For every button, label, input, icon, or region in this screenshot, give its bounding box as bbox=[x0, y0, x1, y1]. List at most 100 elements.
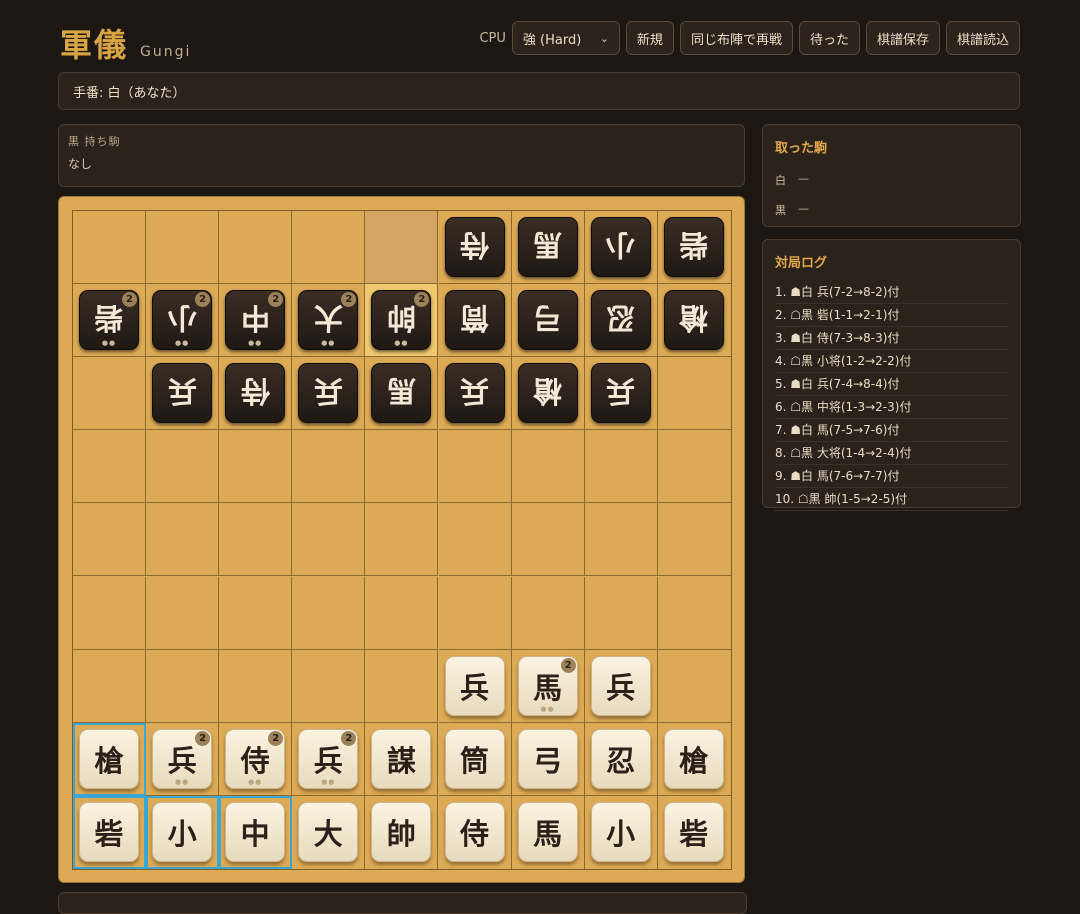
board-cell[interactable] bbox=[292, 503, 366, 577]
black-piece[interactable]: 小 2 ●● bbox=[152, 290, 213, 351]
board-cell[interactable] bbox=[292, 211, 366, 285]
board-cell[interactable] bbox=[292, 576, 366, 650]
board-cell[interactable]: 大 2 ●● bbox=[292, 284, 366, 358]
white-piece[interactable]: 弓 bbox=[517, 728, 578, 789]
save-kifu-button[interactable]: 棋譜保存 bbox=[865, 21, 940, 55]
board-cell[interactable] bbox=[292, 649, 366, 723]
board-cell[interactable] bbox=[365, 503, 439, 577]
board-cell[interactable] bbox=[73, 503, 147, 577]
board-cell[interactable] bbox=[365, 649, 439, 723]
board-cell[interactable]: 槍 bbox=[511, 357, 585, 431]
white-piece[interactable]: 兵 bbox=[444, 655, 505, 716]
board-cell[interactable]: 大 bbox=[292, 795, 366, 869]
board-cell[interactable] bbox=[146, 503, 220, 577]
board-cell[interactable]: 槍 bbox=[657, 723, 731, 796]
board-cell[interactable]: 中 2 ●● bbox=[219, 284, 293, 358]
black-piece[interactable]: 弓 bbox=[517, 290, 578, 351]
board-cell[interactable] bbox=[438, 503, 512, 577]
cpu-difficulty-select[interactable]: 強 (Hard) ⌄ bbox=[511, 21, 620, 55]
board-cell[interactable]: 帥 2 ●● bbox=[365, 284, 439, 358]
white-piece[interactable]: 兵 bbox=[590, 655, 651, 716]
board-cell[interactable]: 侍 bbox=[219, 357, 293, 431]
board-cell[interactable]: 兵 bbox=[584, 649, 658, 723]
board-cell[interactable]: 兵 bbox=[292, 357, 366, 431]
white-piece[interactable]: 筒 bbox=[444, 728, 505, 789]
board-cell[interactable] bbox=[657, 650, 731, 723]
board-cell[interactable]: 砦 bbox=[73, 795, 147, 869]
board-cell[interactable]: 小 bbox=[146, 795, 220, 869]
black-piece[interactable]: 兵 bbox=[444, 363, 505, 424]
board-cell[interactable]: 謀 bbox=[365, 722, 439, 796]
black-piece[interactable]: 小 bbox=[590, 217, 651, 277]
white-piece[interactable]: 忍 bbox=[590, 728, 651, 789]
black-piece[interactable]: 兵 bbox=[590, 363, 651, 424]
board-cell[interactable] bbox=[73, 576, 147, 650]
board-cell[interactable] bbox=[219, 211, 293, 285]
board-cell[interactable]: 馬 bbox=[512, 795, 585, 869]
white-piece[interactable]: 馬 2 ●● bbox=[517, 655, 578, 716]
board-cell[interactable] bbox=[657, 503, 731, 577]
board-cell[interactable]: 馬 bbox=[365, 357, 439, 431]
board-cell[interactable]: 弓 bbox=[511, 284, 585, 358]
white-piece[interactable]: 槍 bbox=[663, 728, 724, 789]
black-piece[interactable]: 侍 bbox=[225, 363, 286, 424]
board-cell[interactable] bbox=[584, 576, 658, 650]
board-cell[interactable] bbox=[657, 357, 731, 431]
board-cell[interactable]: 侍 bbox=[439, 795, 512, 869]
board-cell[interactable] bbox=[146, 211, 220, 285]
white-piece[interactable]: 大 bbox=[298, 801, 359, 862]
board-cell[interactable]: 忍 bbox=[584, 284, 658, 358]
black-piece[interactable]: 槍 bbox=[663, 290, 724, 351]
board-cell[interactable]: 砦 2 ●● bbox=[73, 284, 147, 358]
board-cell[interactable]: 侍 2 ●● bbox=[219, 722, 293, 796]
rematch-button[interactable]: 同じ布陣で再戦 bbox=[679, 21, 793, 55]
black-piece[interactable]: 馬 bbox=[371, 363, 432, 424]
board-cell[interactable]: 兵 bbox=[584, 357, 658, 431]
white-piece[interactable]: 小 bbox=[590, 801, 651, 862]
board-cell[interactable]: 筒 bbox=[438, 284, 512, 358]
board-cell[interactable] bbox=[146, 649, 220, 723]
board-cell[interactable] bbox=[73, 649, 147, 723]
board-cell[interactable]: 砦 bbox=[657, 211, 731, 285]
board-cell[interactable]: 槍 bbox=[657, 284, 731, 358]
board-cell[interactable]: 忍 bbox=[584, 722, 658, 796]
board-cell[interactable] bbox=[146, 430, 220, 504]
board-cell[interactable] bbox=[438, 576, 512, 650]
board-cell[interactable]: 小 2 ●● bbox=[146, 284, 220, 358]
white-piece[interactable]: 槍 bbox=[79, 728, 139, 789]
black-piece[interactable]: 侍 bbox=[444, 217, 505, 277]
white-piece[interactable]: 兵 2 ●● bbox=[152, 728, 213, 789]
black-piece[interactable]: 槍 bbox=[517, 363, 578, 424]
board-cell[interactable]: 兵 2 ●● bbox=[292, 722, 366, 796]
white-piece[interactable]: 小 bbox=[152, 801, 213, 862]
white-piece[interactable]: 侍 bbox=[444, 801, 505, 862]
board-cell[interactable]: 兵 bbox=[146, 357, 220, 431]
white-piece[interactable]: 兵 2 ●● bbox=[298, 728, 359, 789]
load-kifu-button[interactable]: 棋譜読込 bbox=[945, 21, 1020, 55]
board-cell[interactable] bbox=[365, 211, 439, 285]
board-cell[interactable] bbox=[365, 576, 439, 650]
board-cell[interactable] bbox=[219, 503, 293, 577]
white-piece[interactable]: 砦 bbox=[663, 801, 724, 862]
board-cell[interactable] bbox=[73, 211, 147, 285]
board-cell[interactable]: 砦 bbox=[658, 796, 731, 869]
board-cell[interactable] bbox=[511, 503, 585, 577]
board-cell[interactable]: 兵 bbox=[438, 357, 512, 431]
board-cell[interactable]: 馬 bbox=[511, 211, 585, 285]
board-cell[interactable]: 帥 bbox=[365, 795, 439, 869]
white-piece[interactable]: 帥 bbox=[371, 801, 432, 862]
board-cell[interactable] bbox=[146, 576, 220, 650]
board-cell[interactable] bbox=[584, 503, 658, 577]
black-piece[interactable]: 筒 bbox=[444, 290, 505, 351]
board-cell[interactable] bbox=[584, 430, 658, 504]
board-cell[interactable] bbox=[438, 430, 512, 504]
board-cell[interactable]: 中 bbox=[219, 795, 293, 869]
board-cell[interactable] bbox=[511, 576, 585, 650]
board-cell[interactable]: 槍 bbox=[73, 722, 147, 796]
board-cell[interactable] bbox=[73, 430, 147, 504]
board-cell[interactable] bbox=[657, 430, 731, 504]
undo-button[interactable]: 待った bbox=[798, 21, 860, 55]
black-piece[interactable]: 大 2 ●● bbox=[298, 290, 359, 351]
black-piece[interactable]: 兵 bbox=[298, 363, 359, 424]
board-cell[interactable]: 馬 2 ●● bbox=[511, 649, 585, 723]
